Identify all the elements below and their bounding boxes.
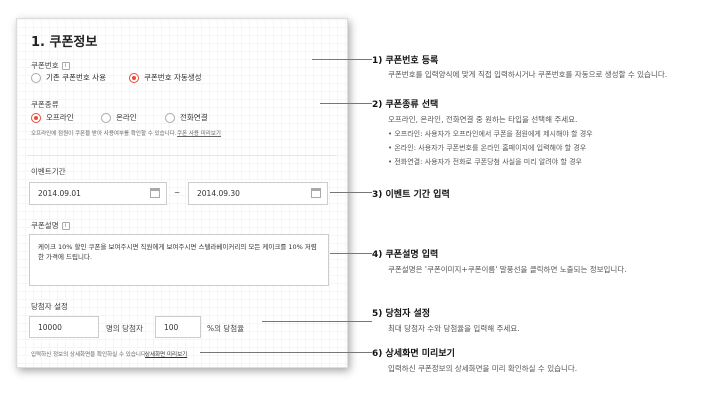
winner-count-input[interactable]: 10000 [29, 316, 99, 338]
calendar-icon[interactable] [150, 188, 160, 198]
connector-line-1 [312, 59, 372, 60]
winner-rate-unit: %의 당첨율 [207, 324, 245, 333]
radio-selected-icon[interactable] [31, 112, 41, 123]
radio-online-label: 온라인 [116, 113, 137, 122]
connector-line-3 [330, 192, 372, 193]
annotation-2-bullet: • 전화연결: 사용자가 전화로 쿠폰당첨 사실을 미리 알려야 할 경우 [388, 158, 582, 166]
radio-phone-label: 전화연결 [180, 113, 208, 122]
event-period-label: 이벤트기간 [31, 167, 66, 176]
radio-online[interactable]: 온라인 [101, 112, 137, 123]
winners-label: 당첨자 설정 [31, 302, 68, 311]
radio-auto-generate[interactable]: 쿠폰번호 자동생성 [129, 72, 202, 83]
radio-offline-label: 오프라인 [46, 113, 74, 122]
annotation-1-desc: 쿠폰번호를 입력양식에 맞게 직접 입력하시거나 쿠폰번호를 자동으로 생성할 … [388, 70, 668, 79]
connector-line-6 [200, 352, 372, 353]
end-date-input[interactable]: 2014.09.30 [188, 182, 328, 205]
coupon-number-label-text: 쿠폰번호 [31, 61, 59, 70]
annotation-6-title: 6) 상세화면 미리보기 [372, 349, 455, 359]
radio-circle-icon[interactable] [31, 72, 41, 83]
radio-circle-icon[interactable] [165, 112, 175, 123]
annotation-2-title: 2) 쿠폰종류 선택 [372, 100, 439, 110]
start-date-input[interactable]: 2014.09.01 [29, 182, 167, 205]
annotation-2-desc: 오프라인, 온라인, 전화연결 중 원하는 타입을 선택해 주세요. [388, 115, 578, 124]
annotation-4-title: 4) 쿠폰설명 입력 [372, 250, 439, 260]
preview-hint: 입력하신 정보의 상세화면을 확인하실 수 있습니다. [31, 352, 148, 358]
winner-rate-value: 100 [164, 322, 179, 332]
winner-rate-input[interactable]: 100 [155, 316, 201, 338]
radio-existing-coupon[interactable]: 기존 쿠폰번호 사용 [31, 72, 106, 83]
coupon-number-label: 쿠폰번호 i [31, 60, 70, 71]
connector-line-4 [330, 253, 372, 254]
description-label-text: 쿠폰설명 [31, 221, 59, 230]
radio-auto-label: 쿠폰번호 자동생성 [144, 73, 202, 82]
annotation-5-desc: 최대 당첨자 수와 당첨율을 입력해 주세요. [388, 324, 520, 333]
radio-phone[interactable]: 전화연결 [165, 112, 208, 123]
radio-existing-label: 기존 쿠폰번호 사용 [46, 73, 106, 82]
coupon-info-panel: 1. 쿠폰정보 쿠폰번호 i 기존 쿠폰번호 사용 쿠폰번호 자동생성 쿠폰종류 … [16, 18, 348, 368]
coupon-type-preview-link[interactable]: 쿠폰 사용 미리보기 [177, 129, 221, 137]
end-date-value: 2014.09.30 [197, 189, 240, 198]
annotation-2-bullet: • 온라인: 사용자가 쿠폰번호를 온라인 홈페이지에 입력해야 할 경우 [388, 144, 587, 152]
coupon-type-hint: 오프라인에 점원이 쿠폰을 받아 사용여부를 확인할 수 있습니다. [31, 131, 177, 137]
radio-circle-icon[interactable] [101, 112, 111, 123]
info-icon[interactable]: i [61, 62, 70, 70]
annotation-1-title: 1) 쿠폰번호 등록 [372, 56, 439, 66]
preview-link[interactable]: 상세화면 미리보기 [145, 350, 187, 358]
info-icon[interactable]: i [61, 222, 70, 230]
radio-offline[interactable]: 오프라인 [31, 112, 74, 123]
section-title: 1. 쿠폰정보 [31, 35, 98, 50]
annotation-6-desc: 입력하신 쿠폰정보의 상세화면을 미리 확인하실 수 있습니다. [388, 364, 578, 373]
divider [27, 155, 337, 156]
date-separator: ~ [174, 188, 181, 197]
connector-line-5 [262, 321, 372, 322]
annotation-5-title: 5) 당첨자 설정 [372, 309, 431, 319]
winner-count-value: 10000 [38, 322, 62, 332]
connector-line-2 [320, 103, 372, 104]
annotation-4-desc: 쿠폰설명은 '쿠폰이미지+쿠폰이름' 말풍선을 클릭하면 노출되는 정보입니다. [388, 265, 627, 274]
coupon-type-label: 쿠폰종류 [31, 100, 59, 109]
radio-selected-icon[interactable] [129, 72, 139, 83]
annotation-2-bullet: • 오프라인: 사용자가 오프라인에서 쿠폰을 점원에게 제시해야 할 경우 [388, 130, 593, 138]
winner-count-unit: 명의 당첨자 [106, 324, 143, 333]
description-textarea[interactable]: 케이크 10% 할인 쿠폰을 보여주시면 직원에게 보여주시면 스텔라베이커리의… [29, 234, 329, 286]
calendar-icon[interactable] [311, 188, 321, 198]
description-label: 쿠폰설명 i [31, 220, 70, 231]
annotation-3-title: 3) 이벤트 기간 입력 [372, 190, 450, 200]
start-date-value: 2014.09.01 [38, 189, 81, 198]
